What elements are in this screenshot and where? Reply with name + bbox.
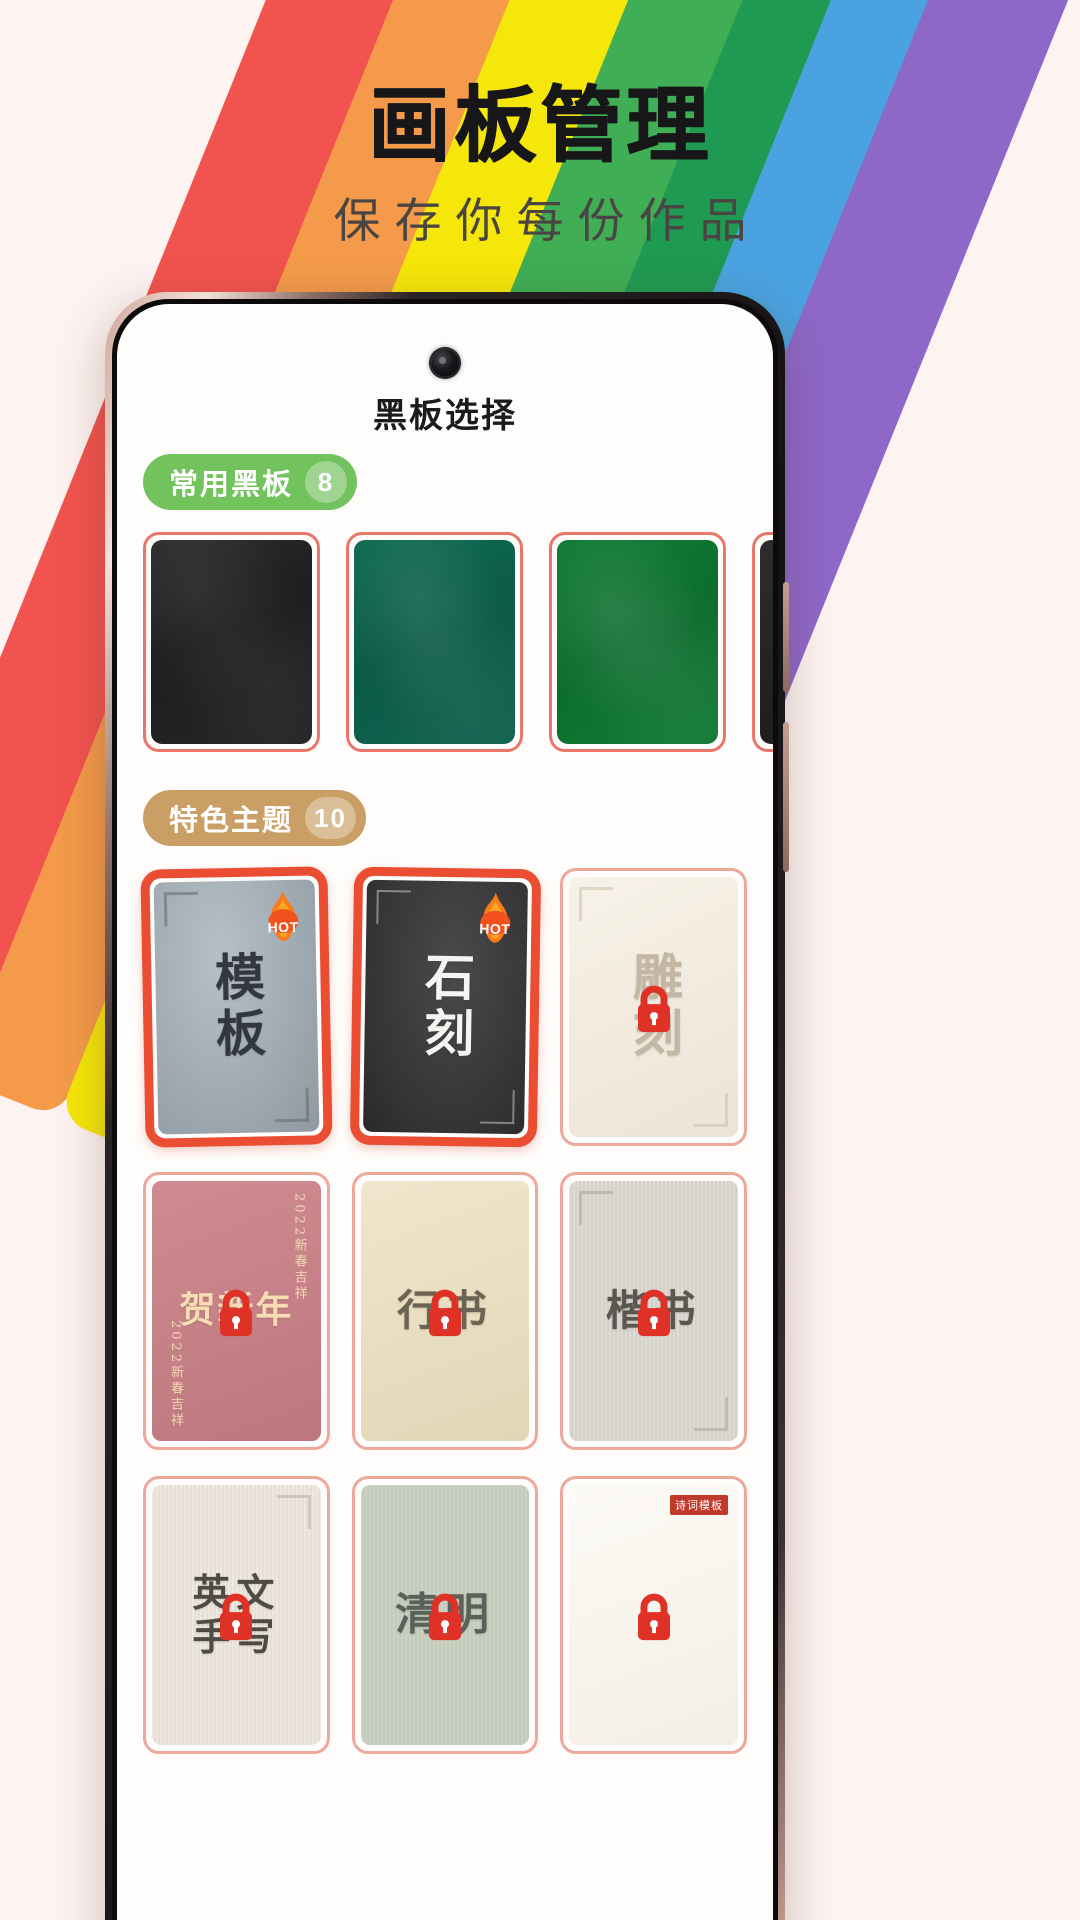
board-card-teal[interactable] [346, 532, 523, 752]
corner-ornament [375, 889, 411, 925]
board-thumb [354, 540, 515, 744]
board-thumb [557, 540, 718, 744]
flame-icon: HOT [258, 890, 307, 945]
lock-icon [637, 1289, 670, 1337]
section-badge-common-boards[interactable]: 常用黑板 8 [143, 454, 358, 510]
corner-ornament [579, 887, 614, 921]
theme-preview: 楷书 [569, 1181, 738, 1441]
hot-label: HOT [478, 920, 511, 938]
phone-screen: 黑板选择 常用黑板 8 特色主题 10 模板 HOT 石刻 HOT 2022新春… [117, 304, 773, 1920]
theme-card-shike[interactable]: 石刻 HOT [349, 866, 541, 1148]
board-card-charcoal[interactable] [752, 532, 773, 752]
section-label: 特色主题 [169, 805, 294, 837]
theme-preview: 清明 [360, 1485, 530, 1745]
theme-preview: 行书 [360, 1181, 530, 1441]
section-count: 8 [305, 461, 348, 503]
lock-icon [637, 1593, 670, 1641]
theme-preview: 2022新春吉祥 2022新春吉祥 贺新年 [152, 1181, 321, 1441]
theme-card-moban[interactable]: 模板 HOT [140, 866, 333, 1148]
section-badge-featured-themes[interactable]: 特色主题 10 [143, 790, 366, 846]
lock-icon [220, 1593, 253, 1641]
board-card-black[interactable] [143, 532, 320, 752]
page-title: 黑板选择 [373, 397, 517, 435]
theme-card-kaishu[interactable]: 楷书 [560, 1172, 747, 1450]
theme-card-yingwenshouxie[interactable]: 英文手写 [143, 1476, 330, 1754]
theme-card-diaoke[interactable]: 雕刻 [560, 868, 747, 1146]
board-thumb [151, 540, 312, 744]
theme-tag: 诗词模板 [670, 1495, 728, 1515]
poem-column [673, 1555, 694, 1571]
phone-power-button[interactable] [783, 722, 789, 872]
hot-label: HOT [267, 918, 299, 936]
corner-ornament [163, 891, 199, 927]
promo-title: 画板管理 [367, 78, 712, 173]
phone-volume-button[interactable] [783, 582, 789, 692]
phone-mockup: 黑板选择 常用黑板 8 特色主题 10 模板 HOT 石刻 HOT 2022新春… [105, 292, 789, 1920]
theme-side-text-top: 2022新春吉祥 [291, 1193, 307, 1303]
lock-icon [428, 1289, 461, 1337]
theme-word: 石刻 [415, 950, 477, 1064]
section-count: 10 [305, 797, 356, 839]
theme-card-qingming[interactable]: 清明 [351, 1476, 539, 1754]
lock-icon [220, 1289, 253, 1337]
theme-side-text-bottom: 2022新春吉祥 [168, 1319, 183, 1429]
theme-preview: 雕刻 [569, 877, 738, 1137]
common-boards-row[interactable] [143, 532, 773, 752]
screen-content: 常用黑板 8 特色主题 10 模板 HOT 石刻 HOT 2022新春吉祥 20… [117, 454, 773, 1920]
lock-icon [637, 985, 670, 1033]
corner-ornament [694, 1397, 728, 1431]
flame-icon: HOT [470, 891, 519, 946]
corner-ornament [276, 1495, 311, 1529]
theme-word: 模板 [206, 950, 268, 1064]
theme-preview: 英文手写 [152, 1485, 321, 1745]
corner-ornament [579, 1191, 614, 1225]
theme-preview: 诗词模板 [569, 1485, 738, 1745]
theme-card-xingshu[interactable]: 行书 [351, 1172, 539, 1450]
section-label: 常用黑板 [169, 469, 294, 501]
lock-icon [428, 1593, 461, 1641]
corner-ornament [479, 1089, 515, 1125]
theme-card-hexinnian[interactable]: 2022新春吉祥 2022新春吉祥 贺新年 [143, 1172, 330, 1450]
corner-ornament [274, 1087, 309, 1123]
board-thumb [760, 540, 773, 744]
phone-bezel: 黑板选择 常用黑板 8 特色主题 10 模板 HOT 石刻 HOT 2022新春… [112, 299, 778, 1920]
featured-themes-grid: 模板 HOT 石刻 HOT 2022新春吉祥 2022新春吉祥 英文手写 诗词模… [140, 866, 747, 1754]
board-card-green[interactable] [549, 532, 726, 752]
front-camera-icon [431, 349, 459, 377]
promo-subtitle: 保存你每份作品 [333, 194, 761, 247]
theme-card-shicimoban[interactable]: 诗词模板 [560, 1476, 747, 1754]
corner-ornament [694, 1093, 728, 1127]
